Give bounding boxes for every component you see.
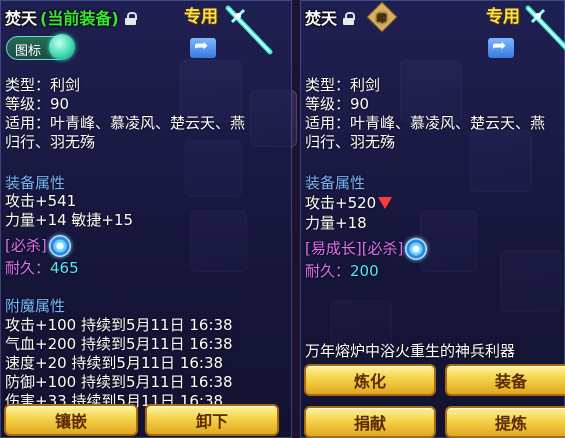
compare-item-panel: 焚天 印 专用 类型：利剑 等级：90 适用：叶青峰、慕凌风、楚云天、燕 归行、…	[300, 0, 565, 438]
stat-type: 类型：利剑	[5, 76, 81, 94]
lock-icon[interactable]	[124, 11, 137, 25]
attr-attack: 攻击+541	[5, 192, 77, 210]
durability-label: 耐久：	[5, 259, 51, 277]
refine-button[interactable]: 炼化	[304, 364, 436, 396]
inlay-button[interactable]: 镶嵌	[4, 404, 138, 436]
attr-header: 装备属性	[5, 174, 66, 192]
stat-users-cont: 归行、羽无殇	[305, 133, 396, 151]
durability-value: 465	[50, 259, 79, 277]
stat-level: 等级：90	[5, 95, 70, 113]
item-title: 焚天 印	[305, 1, 398, 33]
unequip-button[interactable]: 卸下	[145, 404, 279, 436]
enchant-line: 攻击+100 持续到5月11日 16:38	[5, 316, 233, 334]
stat-level: 等级：90	[305, 95, 370, 113]
share-icon[interactable]	[488, 36, 514, 58]
attr-attack: 攻击+520	[305, 194, 377, 212]
enchant-line: 气血+200 持续到5月11日 16:38	[5, 335, 233, 353]
seal-icon: 印	[366, 1, 398, 33]
enchant-line: 防御+100 持续到5月11日 16:38	[5, 373, 233, 391]
special-tag: [易成长][必杀]	[305, 239, 404, 258]
special-row: [必杀]	[5, 235, 71, 257]
stat-users: 适用：叶青峰、慕凌风、楚云天、燕	[305, 114, 546, 132]
item-name: 焚天	[305, 9, 338, 28]
enchant-header: 附魔属性	[5, 297, 66, 315]
enchant-line: 速度+20 持续到5月11日 16:38	[5, 354, 224, 372]
donate-button[interactable]: 捐献	[304, 406, 436, 438]
sword-icon	[225, 5, 273, 55]
down-arrow-icon	[378, 196, 393, 209]
attr-strength: 力量+18	[305, 214, 367, 232]
durability-label: 耐久：	[305, 262, 351, 280]
swirl-icon[interactable]	[405, 238, 428, 260]
special-tag: [必杀]	[5, 236, 47, 255]
share-icon[interactable]	[190, 36, 216, 58]
equipped-tag: (当前装备)	[40, 9, 119, 28]
toggle-knob	[49, 34, 75, 60]
exclusive-label: 专用	[184, 7, 218, 27]
item-name: 焚天	[5, 9, 38, 28]
equipped-item-panel: 焚天(当前装备) 专用 图标 类型：利剑 等级：90 适用：叶青峰、慕凌风、楚云…	[0, 0, 292, 438]
attr-attack-row: 攻击+520	[305, 194, 393, 213]
special-row: [易成长][必杀]	[305, 238, 428, 260]
lock-icon[interactable]	[343, 11, 356, 25]
icon-toggle-label: 图标	[15, 44, 42, 59]
item-title: 焚天 (当前装备)	[5, 5, 137, 29]
extract-button[interactable]: 提炼	[445, 406, 565, 438]
equip-button[interactable]: 装备	[445, 364, 565, 396]
exclusive-label: 专用	[486, 7, 520, 27]
icon-toggle[interactable]: 图标	[6, 34, 75, 60]
stat-type: 类型：利剑	[305, 76, 381, 94]
attr-str-agi: 力量+14 敏捷+15	[5, 211, 134, 229]
attr-header: 装备属性	[305, 174, 366, 192]
durability-row: 耐久：200	[305, 262, 379, 281]
durability-value: 200	[350, 262, 379, 280]
item-description: 万年熔炉中浴火重生的神兵利器	[305, 342, 516, 360]
stat-users: 适用：叶青峰、慕凌风、楚云天、燕	[5, 114, 246, 132]
swirl-icon[interactable]	[48, 235, 71, 257]
sword-icon	[525, 5, 565, 51]
durability-row: 耐久：465	[5, 259, 79, 278]
stat-users-cont: 归行、羽无殇	[5, 133, 96, 151]
